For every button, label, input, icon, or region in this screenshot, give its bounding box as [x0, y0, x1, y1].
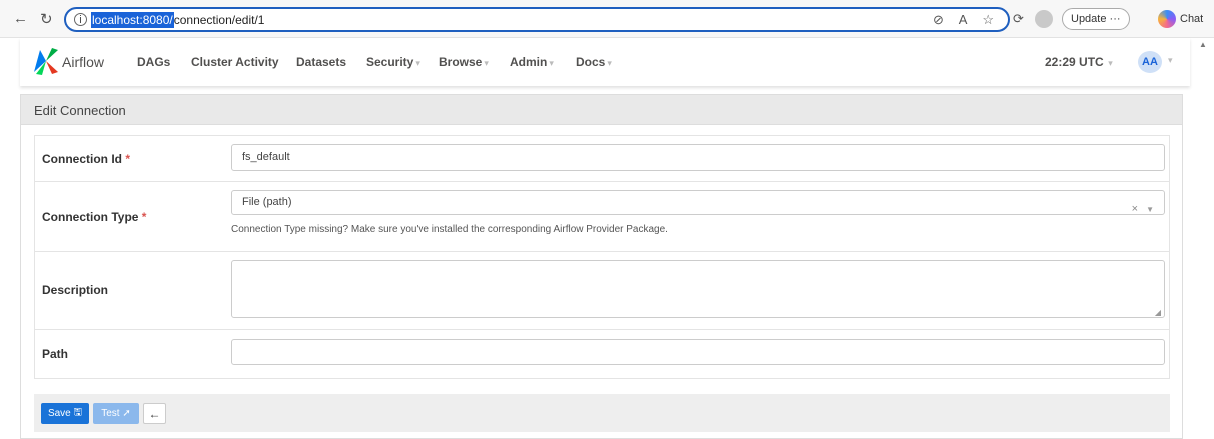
panel-title: Edit Connection — [21, 95, 1182, 125]
info-icon[interactable]: i — [74, 13, 87, 26]
nav-browse-label: Browse — [439, 55, 483, 69]
required-mark: * — [125, 152, 131, 166]
scroll-up-icon[interactable]: ▲ — [1199, 40, 1207, 49]
copilot-icon[interactable] — [1158, 10, 1176, 28]
connection-id-label: Connection Id * — [42, 152, 130, 166]
chevron-down-icon[interactable]: ▾ — [1168, 55, 1173, 66]
edit-connection-panel: Edit Connection Connection Id * fs_defau… — [20, 94, 1183, 439]
test-label: Test — [101, 408, 120, 419]
user-avatar[interactable]: AA — [1138, 51, 1162, 73]
connection-type-label-text: Connection Type — [42, 210, 139, 224]
nav-security[interactable]: Security ▾ — [366, 55, 420, 69]
chevron-down-icon: ▾ — [415, 58, 420, 68]
form-actions: Save 🖫 Test ➚ ← — [34, 394, 1170, 432]
path-label: Path — [42, 347, 69, 361]
back-arrow-icon[interactable]: ← — [13, 10, 28, 27]
chat-label[interactable]: Chat — [1180, 13, 1203, 25]
path-input[interactable] — [231, 339, 1165, 365]
nav-browse[interactable]: Browse ▾ — [439, 55, 489, 69]
brand-name[interactable]: Airflow — [62, 54, 104, 70]
rocket-icon: ➚ — [122, 408, 131, 419]
update-button[interactable]: Update ··· — [1062, 8, 1130, 30]
nav-dags[interactable]: DAGs — [137, 55, 170, 69]
clear-icon[interactable]: × — [1132, 198, 1138, 221]
profile-avatar[interactable] — [1035, 10, 1053, 28]
floppy-disk-icon: 🖫 — [73, 407, 83, 418]
form-row-description: Description ◢ — [35, 252, 1169, 330]
nav-docs[interactable]: Docs ▾ — [576, 55, 612, 69]
description-textarea[interactable] — [231, 260, 1165, 318]
utc-clock[interactable]: 22:29 UTC ▾ — [1045, 55, 1113, 69]
connection-type-label: Connection Type * — [42, 210, 146, 224]
reload-icon[interactable]: ↻ — [40, 10, 53, 28]
connection-form: Connection Id * fs_default Connection Ty… — [34, 135, 1170, 379]
chevron-down-icon: ▾ — [549, 58, 554, 68]
address-bar-icons[interactable]: ⊘ A ☆ — [933, 12, 1000, 28]
nav-cluster-activity-label: Cluster Activity — [191, 55, 279, 69]
chevron-down-icon: ▾ — [607, 58, 612, 68]
chevron-down-icon: ▾ — [1105, 58, 1113, 68]
nav-docs-label: Docs — [576, 55, 606, 69]
connection-id-input[interactable]: fs_default — [231, 144, 1165, 171]
more-icon: ··· — [1109, 13, 1121, 25]
airflow-navbar: Airflow DAGs Cluster Activity Datasets S… — [20, 38, 1190, 86]
nav-admin-label: Admin — [510, 55, 548, 69]
update-label: Update — [1071, 13, 1107, 25]
required-mark: * — [141, 210, 147, 224]
nav-admin[interactable]: Admin ▾ — [510, 55, 554, 69]
form-row-connection-type: Connection Type * File (path) × ▼ Connec… — [35, 182, 1169, 252]
back-button[interactable]: ← — [143, 403, 166, 424]
chevron-down-icon[interactable]: ▼ — [1146, 198, 1154, 221]
airflow-logo-icon[interactable] — [32, 46, 60, 76]
form-row-path: Path — [35, 330, 1169, 379]
connection-type-value: File (path) — [242, 196, 292, 208]
url-host: localhost:8080/ — [91, 11, 174, 28]
resize-handle-icon[interactable]: ◢ — [1155, 308, 1161, 317]
nav-datasets-label: Datasets — [296, 55, 347, 69]
url-path: connection/edit/1 — [173, 12, 265, 27]
nav-security-label: Security — [366, 55, 414, 69]
browser-toolbar: ← ↻ i localhost:8080/connection/edit/1 ⊘… — [0, 0, 1214, 38]
extensions-icon[interactable]: ⟳ — [1013, 11, 1024, 27]
connection-type-help: Connection Type missing? Make sure you'v… — [231, 224, 668, 235]
nav-datasets[interactable]: Datasets — [296, 55, 346, 69]
connection-type-select[interactable]: File (path) × ▼ — [231, 190, 1165, 215]
test-button[interactable]: Test ➚ — [93, 403, 139, 424]
form-row-connection-id: Connection Id * fs_default — [35, 136, 1169, 182]
connection-id-label-text: Connection Id — [42, 152, 122, 166]
description-label: Description — [42, 283, 109, 297]
nav-cluster-activity[interactable]: Cluster Activity — [191, 55, 279, 69]
chevron-down-icon: ▾ — [484, 58, 489, 68]
save-button[interactable]: Save 🖫 — [41, 403, 89, 424]
address-bar[interactable]: i localhost:8080/connection/edit/1 ⊘ A ☆ — [64, 7, 1010, 32]
nav-dags-label: DAGs — [137, 55, 171, 69]
save-label: Save — [47, 408, 71, 419]
clock-label: 22:29 UTC — [1045, 55, 1104, 69]
